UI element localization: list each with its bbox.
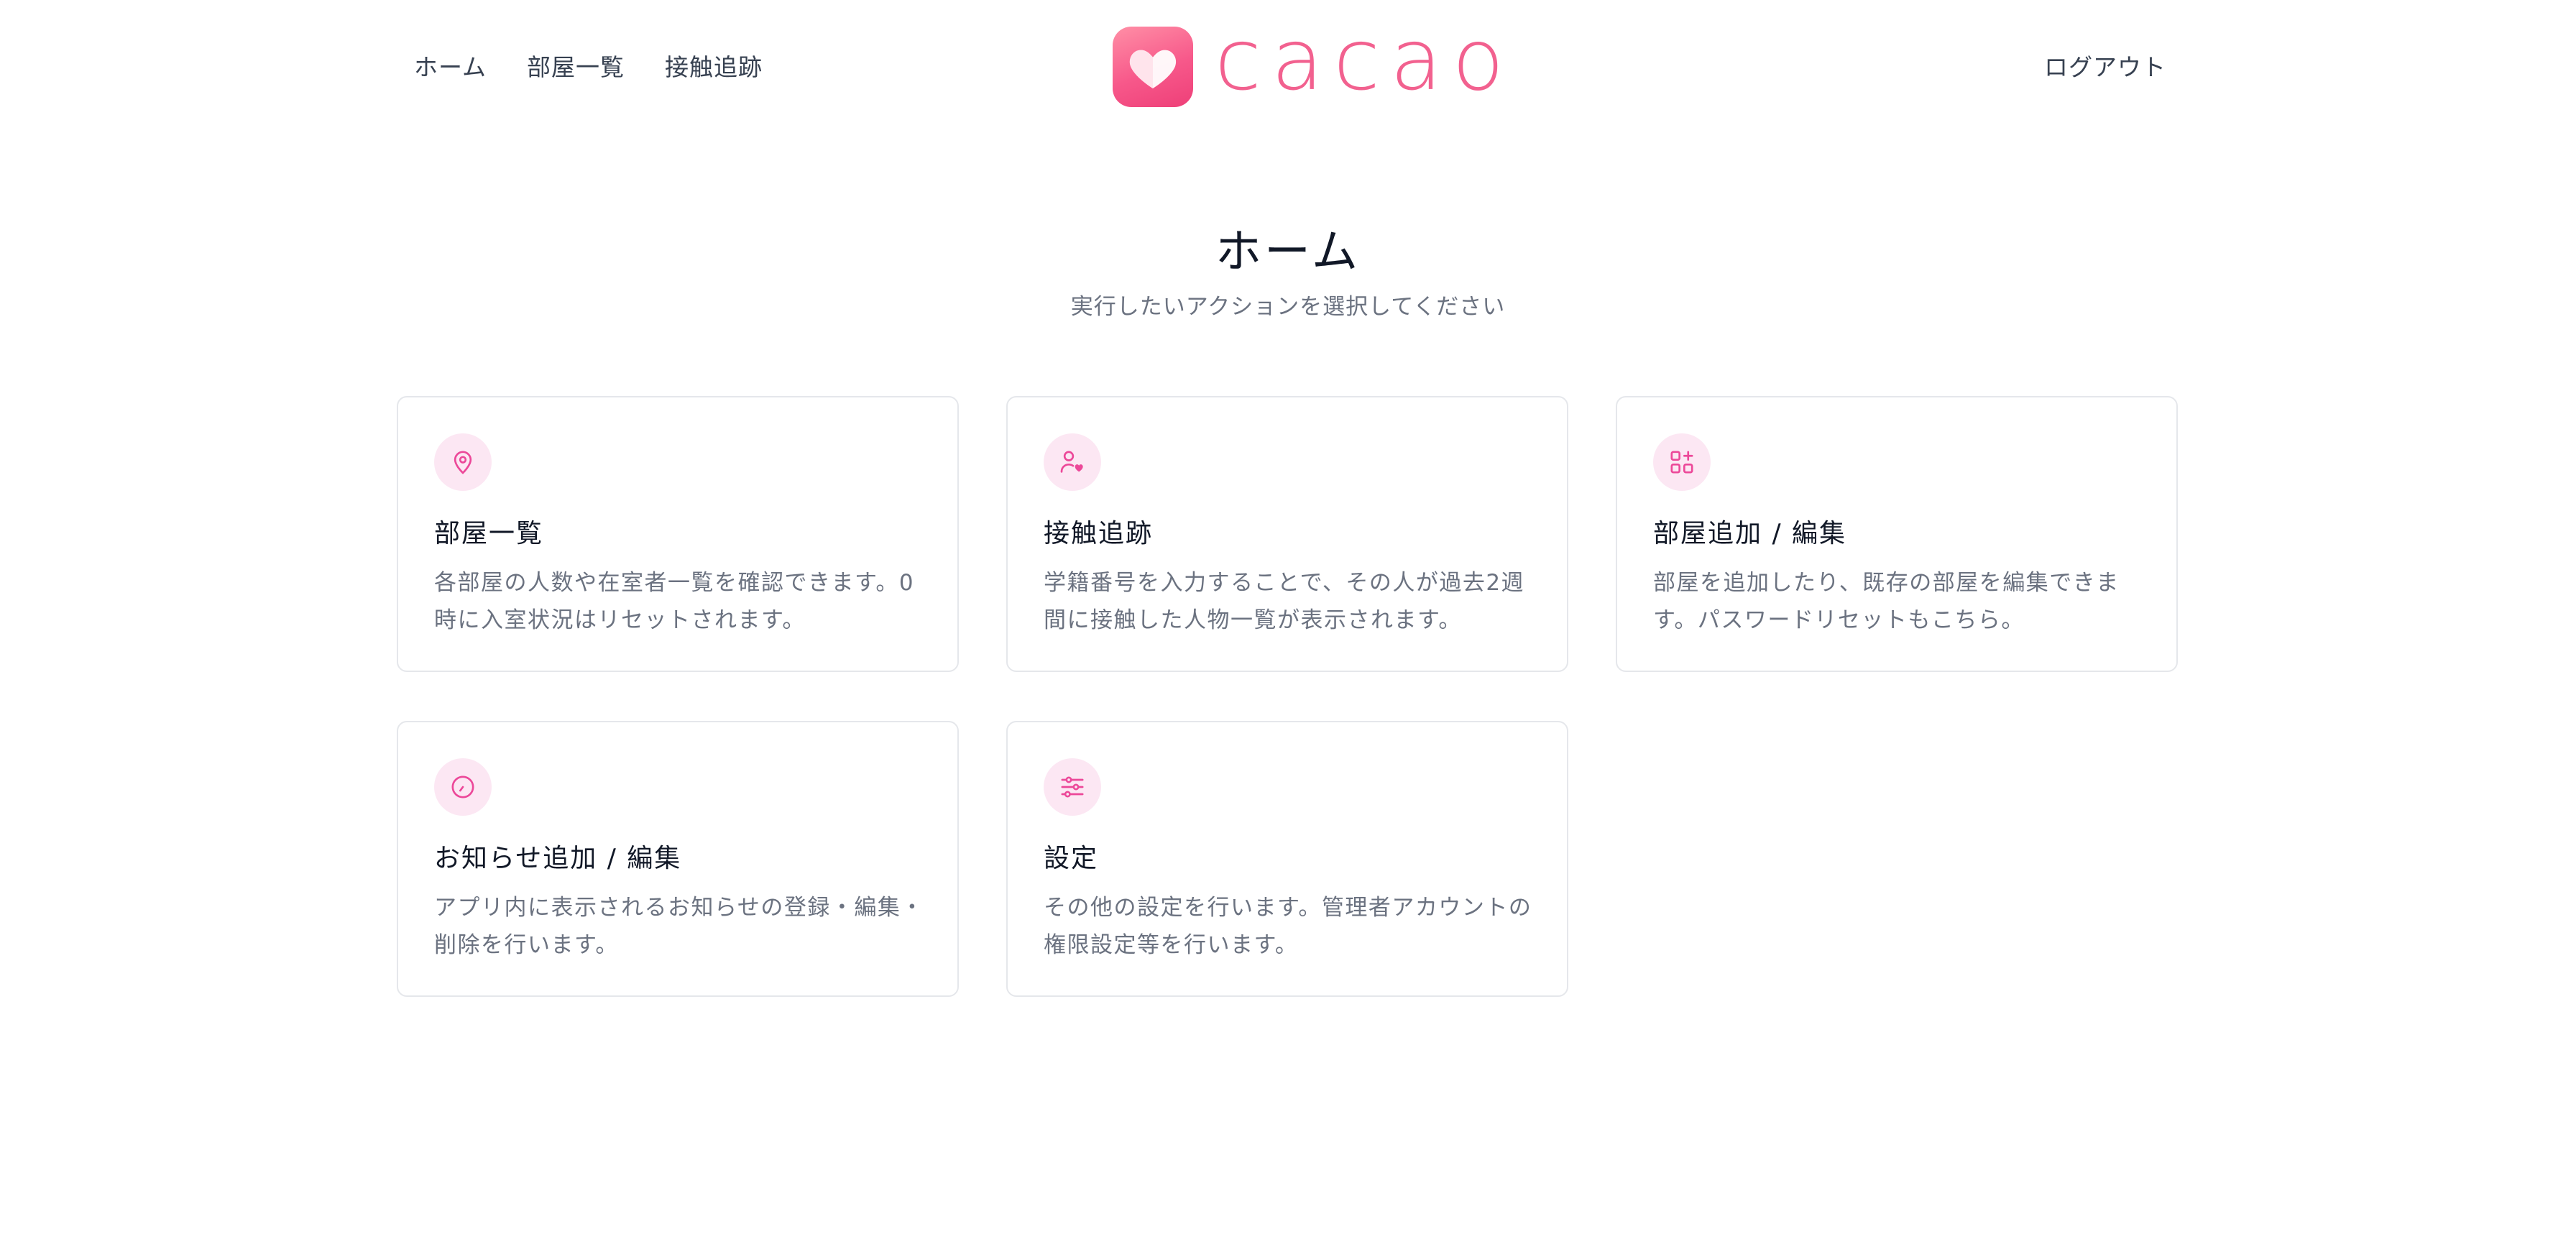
header: ホーム 部屋一覧 接触追跡 cacao ログアウト (0, 0, 2576, 137)
card-title: 部屋追加 / 編集 (1653, 519, 1847, 548)
heart-icon (1113, 27, 1193, 107)
nav-item-rooms[interactable]: 部屋一覧 (527, 50, 625, 85)
brand-logo[interactable]: cacao (1113, 17, 1514, 108)
card-title: 設定 (1044, 844, 1099, 873)
nav-item-contact-tracing[interactable]: 接触追跡 (665, 50, 763, 85)
clock-icon (434, 758, 492, 816)
card-description: その他の設定を行います。管理者アカウントの権限設定等を行います。 (1044, 895, 1532, 958)
sliders-icon (1044, 758, 1101, 816)
user-heart-icon (1044, 433, 1101, 491)
card-notices[interactable]: お知らせ追加 / 編集 アプリ内に表示されるお知らせの登録・編集・削除を行います… (397, 721, 959, 997)
logout-button[interactable]: ログアウト (2044, 50, 2166, 85)
card-room-edit[interactable]: 部屋追加 / 編集 部屋を追加したり、既存の部屋を編集できます。パスワードリセッ… (1616, 396, 2178, 672)
main-nav: ホーム 部屋一覧 接触追跡 (414, 50, 803, 85)
card-title: お知らせ追加 / 編集 (434, 844, 682, 873)
card-description: 学籍番号を入力することで、その人が過去2週間に接触した人物一覧が表示されます。 (1044, 570, 1525, 633)
card-description: アプリ内に表示されるお知らせの登録・編集・削除を行います。 (434, 895, 924, 958)
card-description: 各部屋の人数や在室者一覧を確認できます。0時に入室状況はリセットされます。 (434, 570, 915, 633)
page-subtitle: 実行したいアクションを選択してください (1070, 294, 1506, 320)
card-settings[interactable]: 設定 その他の設定を行います。管理者アカウントの権限設定等を行います。 (1006, 721, 1568, 997)
nav-item-home[interactable]: ホーム (414, 50, 487, 85)
card-contact-tracing[interactable]: 接触追跡 学籍番号を入力することで、その人が過去2週間に接触した人物一覧が表示さ… (1006, 396, 1568, 672)
card-description: 部屋を追加したり、既存の部屋を編集できます。パスワードリセットもこちら。 (1653, 570, 2120, 633)
map-pin-icon (434, 433, 492, 491)
page-title: ホーム (1215, 226, 1361, 279)
brand-name: cacao (1215, 10, 1514, 109)
card-title: 接触追跡 (1044, 519, 1154, 548)
card-title: 部屋一覧 (434, 519, 544, 548)
grid-plus-icon (1653, 433, 1711, 491)
card-rooms[interactable]: 部屋一覧 各部屋の人数や在室者一覧を確認できます。0時に入室状況はリセットされま… (397, 396, 959, 672)
